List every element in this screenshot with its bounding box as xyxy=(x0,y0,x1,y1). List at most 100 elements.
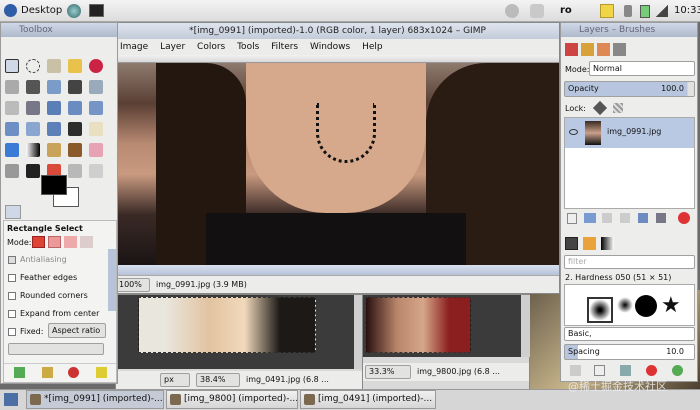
airbrush-icon[interactable] xyxy=(5,164,19,178)
delete-options-icon[interactable] xyxy=(68,367,79,378)
canvas-9800[interactable] xyxy=(363,295,521,357)
new-brush-icon[interactable] xyxy=(594,365,605,376)
scissors-icon[interactable] xyxy=(5,80,19,94)
bucket-fill-icon[interactable] xyxy=(5,143,19,157)
zoom-combo[interactable]: 100% xyxy=(116,278,150,292)
brush-large[interactable] xyxy=(635,295,657,317)
task-img0991[interactable]: *[img_0991] (imported)-... xyxy=(26,390,164,409)
pencil-icon[interactable] xyxy=(47,143,61,157)
select-by-color-icon[interactable] xyxy=(89,59,103,73)
zoom-combo-0491[interactable]: 38.4% xyxy=(196,373,240,387)
save-options-icon[interactable] xyxy=(14,367,25,378)
opacity-slider[interactable]: Opacity 100.0 xyxy=(564,81,695,97)
dock-tab-undo-icon[interactable] xyxy=(613,43,626,56)
mode-subtract-icon[interactable] xyxy=(64,236,77,248)
distro-logo-icon[interactable] xyxy=(4,4,17,17)
text-icon[interactable] xyxy=(89,122,103,136)
canvas-image[interactable] xyxy=(116,63,559,265)
tool-options-scrollbar[interactable] xyxy=(108,249,116,311)
terminal-icon[interactable] xyxy=(89,4,104,17)
eye-icon[interactable] xyxy=(569,129,578,135)
crop-icon[interactable] xyxy=(68,101,82,115)
brush-filter-field[interactable]: filter xyxy=(564,255,695,269)
brush-grid[interactable]: ★ xyxy=(564,284,695,326)
smudge-icon[interactable] xyxy=(89,164,103,178)
mode-intersect-icon[interactable] xyxy=(80,236,93,248)
heal-icon[interactable] xyxy=(68,164,82,178)
layer-name[interactable]: img_0991.jpg xyxy=(607,127,661,136)
dock-tab-paths-icon[interactable] xyxy=(597,43,610,56)
flip-icon[interactable] xyxy=(68,122,82,136)
signal-icon[interactable] xyxy=(656,5,668,17)
duplicate-layer-icon[interactable] xyxy=(638,213,648,223)
ink-icon[interactable] xyxy=(26,164,40,178)
align-icon[interactable] xyxy=(47,101,61,115)
menu-filters[interactable]: Filters xyxy=(271,42,298,52)
refresh-brush-icon[interactable] xyxy=(672,365,683,376)
keyboard-layout[interactable]: ro xyxy=(560,0,572,22)
lasso-icon[interactable] xyxy=(47,59,61,73)
mode-add-icon[interactable] xyxy=(48,236,61,248)
delete-layer-icon[interactable] xyxy=(678,212,690,224)
delete-brush-icon[interactable] xyxy=(646,365,657,376)
scale-icon[interactable] xyxy=(5,122,19,136)
new-layer-icon[interactable] xyxy=(567,213,577,224)
task-img9800[interactable]: [img_9800] (imported)-... xyxy=(166,390,298,409)
fuzzy-select-icon[interactable] xyxy=(68,59,82,73)
duplicate-brush-icon[interactable] xyxy=(620,365,631,376)
fixed-combo[interactable]: Aspect ratio xyxy=(48,323,106,338)
foreground-select-icon[interactable] xyxy=(26,80,40,94)
menu-layer[interactable]: Layer xyxy=(160,42,185,52)
measure-icon[interactable] xyxy=(5,101,19,115)
rounded-checkbox[interactable] xyxy=(8,292,16,300)
anchor-layer-icon[interactable] xyxy=(656,213,666,223)
toolbox-titlebar[interactable]: Toolbox xyxy=(1,23,117,37)
layer-row[interactable]: img_0991.jpg xyxy=(565,118,694,148)
paintbrush-icon[interactable] xyxy=(68,143,82,157)
globe-icon[interactable] xyxy=(67,4,81,18)
perspective-icon[interactable] xyxy=(47,122,61,136)
dock-tab-layers-icon[interactable] xyxy=(565,43,578,56)
eraser-icon[interactable] xyxy=(89,143,103,157)
paths-icon[interactable] xyxy=(47,80,61,94)
clock[interactable]: 10:33 xyxy=(674,0,700,22)
mode-replace-icon[interactable] xyxy=(32,236,45,248)
task-img0491[interactable]: [img_0491] (imported)-... xyxy=(300,390,436,409)
horizontal-scrollbar[interactable] xyxy=(116,265,559,275)
rect-select-icon[interactable] xyxy=(5,59,19,73)
feather-checkbox[interactable] xyxy=(8,274,16,282)
color-picker-icon[interactable] xyxy=(68,80,82,94)
expand-checkbox[interactable] xyxy=(8,310,16,318)
brush-preset-combo[interactable]: Basic, xyxy=(564,327,695,341)
edit-brush-icon[interactable] xyxy=(570,365,581,376)
ellipse-select-icon[interactable] xyxy=(26,59,40,73)
new-group-icon[interactable] xyxy=(584,213,596,223)
menu-help[interactable]: Help xyxy=(362,42,383,52)
layer-mode-combo[interactable]: Normal xyxy=(589,61,695,76)
lock-pixels-icon[interactable] xyxy=(592,100,608,116)
show-desktop-icon[interactable] xyxy=(4,393,18,406)
rotate-icon[interactable] xyxy=(89,101,103,115)
brush-star[interactable]: ★ xyxy=(661,295,681,317)
horizontal-ruler[interactable] xyxy=(116,55,559,63)
battery-icon[interactable] xyxy=(640,5,650,18)
power-icon[interactable] xyxy=(530,4,544,18)
canvas-0491[interactable] xyxy=(116,295,354,369)
spacing-slider[interactable]: Spacing 10.0 xyxy=(564,344,695,360)
antialiasing-checkbox[interactable] xyxy=(8,256,16,264)
pattern-tab-icon[interactable] xyxy=(583,237,596,250)
menu-windows[interactable]: Windows xyxy=(310,42,350,52)
move-icon[interactable] xyxy=(26,101,40,115)
gradient-tab-icon[interactable] xyxy=(601,237,614,250)
reset-options-icon[interactable] xyxy=(96,367,107,378)
desktop-label[interactable]: Desktop xyxy=(21,0,62,22)
tool-options-tab[interactable] xyxy=(5,205,21,219)
brush-fuzzy[interactable] xyxy=(617,297,633,313)
blend-icon[interactable] xyxy=(26,143,40,157)
zoom-combo-9800[interactable]: 33.3% xyxy=(365,365,411,379)
brush-selected[interactable] xyxy=(587,297,613,323)
size-field[interactable] xyxy=(8,343,104,355)
notes-icon[interactable] xyxy=(600,4,614,18)
zoom-icon[interactable] xyxy=(89,80,103,94)
brush-tab-icon[interactable] xyxy=(565,237,578,250)
